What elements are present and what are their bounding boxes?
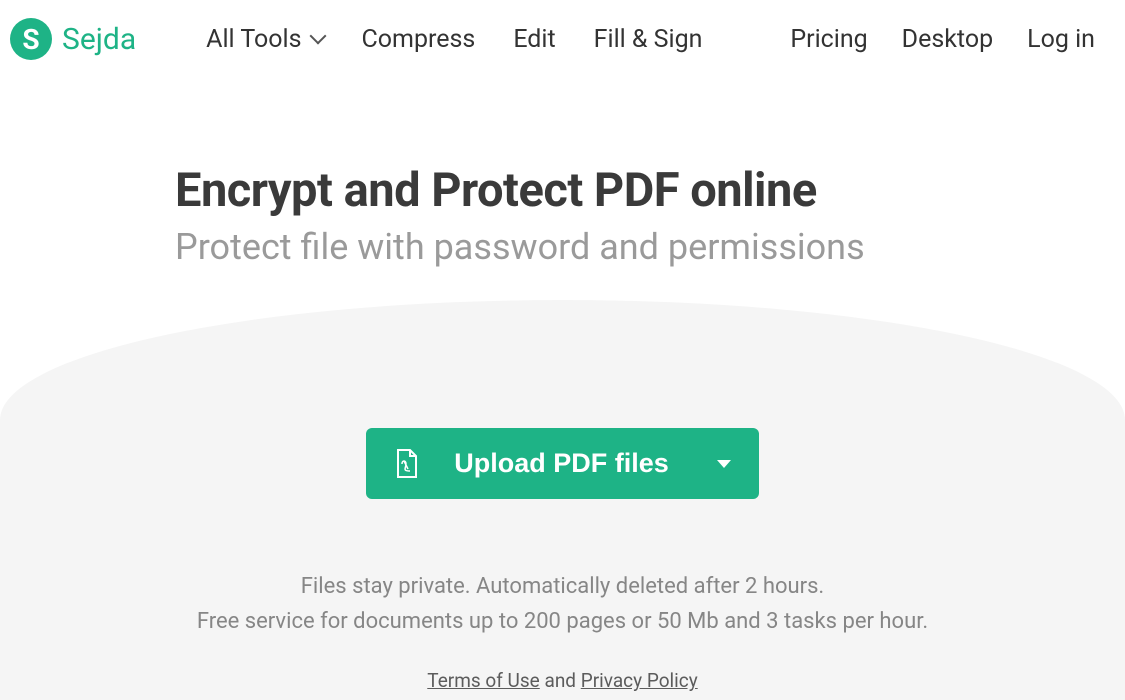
info-line-2: Free service for documents up to 200 pag…: [0, 604, 1125, 639]
chevron-down-icon: [309, 28, 326, 45]
info-line-1: Files stay private. Automatically delete…: [0, 569, 1125, 604]
header: S Sejda All Tools Compress Edit Fill & S…: [0, 0, 1125, 78]
nav-fill-sign[interactable]: Fill & Sign: [594, 25, 703, 54]
nav-pricing[interactable]: Pricing: [790, 25, 867, 54]
nav-login[interactable]: Log in: [1027, 25, 1095, 54]
nav-left: All Tools Compress Edit Fill & Sign: [206, 25, 702, 54]
logo-text: Sejda: [62, 22, 136, 57]
upload-section: Upload PDF files: [0, 428, 1125, 499]
info-text: Files stay private. Automatically delete…: [0, 569, 1125, 639]
pdf-file-icon: [394, 449, 418, 479]
page-subtitle: Protect file with password and permissio…: [175, 226, 1125, 268]
upload-button-label: Upload PDF files: [454, 448, 669, 479]
nav-edit[interactable]: Edit: [513, 25, 555, 54]
logo[interactable]: S Sejda: [10, 18, 136, 60]
nav-compress[interactable]: Compress: [362, 25, 476, 54]
nav-all-tools[interactable]: All Tools: [206, 25, 323, 54]
nav-all-tools-label: All Tools: [206, 25, 301, 54]
nav-desktop[interactable]: Desktop: [902, 25, 993, 54]
background-curve: [0, 300, 1125, 700]
nav-right: Pricing Desktop Log in: [790, 25, 1095, 54]
caret-down-icon: [717, 460, 731, 468]
page-title: Encrypt and Protect PDF online: [175, 163, 1125, 218]
hero: Encrypt and Protect PDF online Protect f…: [0, 78, 1125, 268]
logo-icon: S: [10, 18, 52, 60]
upload-button[interactable]: Upload PDF files: [366, 428, 759, 499]
